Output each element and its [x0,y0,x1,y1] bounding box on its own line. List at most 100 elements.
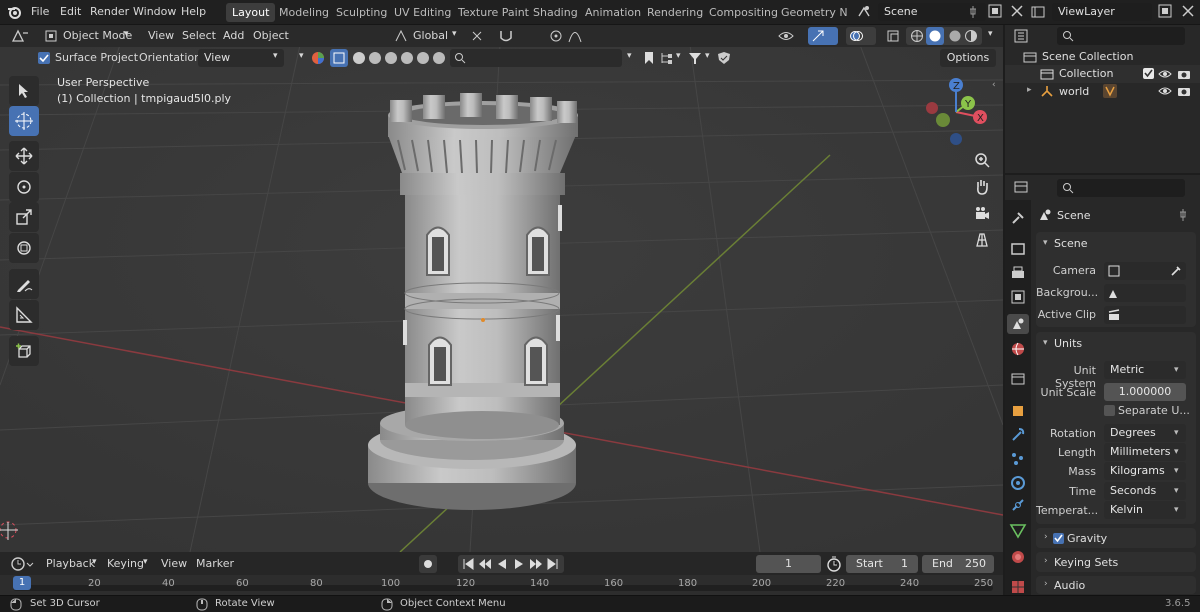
visibility-icon[interactable] [778,29,794,43]
tool-search-input[interactable] [450,49,622,67]
solid-shading-button[interactable] [926,27,944,45]
transform-tool-button[interactable] [9,233,39,263]
pan-button[interactable] [970,175,994,199]
properties-search-input[interactable] [1057,179,1185,197]
navigation-gizmo[interactable]: X Y Z [918,72,998,152]
wireframe-shading-icon[interactable] [910,29,924,43]
surface-project-checkbox[interactable] [38,52,50,64]
tab-texture-paint[interactable]: Texture Paint [452,3,535,22]
render-camera-icon[interactable] [1177,68,1191,80]
move-tool-button[interactable] [9,141,39,171]
physics-tab-icon[interactable] [1009,474,1027,492]
tab-sculpting[interactable]: Sculpting [330,3,393,22]
viewport-menu-object[interactable]: Object [253,29,289,42]
world-object-label[interactable]: world [1059,85,1089,98]
filter-icon[interactable] [688,51,702,65]
render-camera-icon[interactable] [1177,85,1191,97]
collection-exclude-checkbox[interactable] [1143,68,1154,79]
viewport-scene[interactable] [0,45,1003,552]
chevron-down-icon[interactable]: ▾ [124,29,129,39]
view-layer-tab-icon[interactable] [1009,288,1027,306]
remove-scene-icon[interactable] [1010,4,1024,18]
mesh-data-icon[interactable] [1102,83,1118,99]
rendered-shading-icon[interactable] [964,29,978,43]
cursor-tool-button[interactable] [9,106,39,136]
object-mode-icon[interactable] [44,29,58,43]
menu-help[interactable]: Help [181,5,206,18]
texture-tab-icon[interactable] [1009,578,1027,596]
color-wheel-icon[interactable] [311,51,325,65]
timeline-menu-playback[interactable]: Playback [46,557,95,570]
tool-tab-icon[interactable] [1009,209,1027,227]
blender-logo-icon[interactable] [6,4,22,20]
options-dropdown[interactable]: Options [940,49,996,67]
new-scene-icon[interactable] [988,4,1002,18]
menu-edit[interactable]: Edit [60,5,81,18]
data-tab-icon[interactable] [1009,522,1027,540]
other-select-icon[interactable] [432,51,446,65]
menu-file[interactable]: File [31,5,49,18]
properties-editor-icon[interactable] [1013,179,1035,195]
light-select-icon[interactable] [384,51,398,65]
timeline-editor-icon[interactable] [10,556,34,572]
hierarchy-icon[interactable] [660,51,674,65]
outliner-search-input[interactable] [1057,27,1185,45]
scene-icon[interactable] [856,4,872,20]
rotate-tool-button[interactable] [9,172,39,202]
overlays-toggle-button[interactable] [846,27,876,45]
transform-orientation-selector[interactable]: Global [413,29,448,42]
tab-animation[interactable]: Animation [579,3,647,22]
tab-shading[interactable]: Shading [527,3,584,22]
eye-icon[interactable] [1158,68,1172,80]
new-view-layer-icon[interactable] [1158,4,1172,18]
modifier-tab-icon[interactable] [1009,426,1027,444]
scene-panel-title[interactable]: Scene [1054,237,1088,250]
annotate-tool-button[interactable] [9,269,39,299]
viewport-menu-select[interactable]: Select [182,29,216,42]
object-tab-icon[interactable] [1009,402,1027,420]
timeline-scrollbar[interactable] [13,585,993,591]
playhead[interactable]: 1 [13,576,31,590]
gravity-checkbox[interactable] [1053,533,1064,544]
outliner-editor-icon[interactable] [1013,28,1035,44]
falloff-icon[interactable] [568,29,582,43]
curve-select-icon[interactable] [368,51,382,65]
menu-window[interactable]: Window [133,5,176,18]
panel-collapsed-icon[interactable]: › [1044,556,1048,566]
start-frame-field[interactable]: Start 1 [846,555,918,573]
pin-icon[interactable] [1177,208,1189,222]
orientation-selector[interactable]: View [198,49,284,67]
tab-compositing[interactable]: Compositing [703,3,784,22]
panel-expanded-icon[interactable]: ▾ [1043,238,1048,248]
active-clip-field[interactable] [1104,306,1186,324]
empty-select-icon[interactable] [416,51,430,65]
material-shading-icon[interactable] [948,29,962,43]
jump-start-icon[interactable] [462,558,474,570]
shield-icon[interactable] [717,51,731,65]
output-tab-icon[interactable] [1009,264,1027,282]
pivot-point-icon[interactable] [470,29,484,43]
tab-layout[interactable]: Layout [226,3,276,22]
zoom-button[interactable] [970,148,994,172]
view-layer-selector[interactable]: ViewLayer [1052,3,1152,21]
collection-tab-icon[interactable] [1009,370,1027,388]
mode-selector[interactable]: Object Mode [63,29,132,42]
background-field[interactable] [1104,284,1186,302]
scene-collection-label[interactable]: Scene Collection [1042,50,1133,63]
tab-modeling[interactable]: Modeling [273,3,335,22]
next-keyframe-icon[interactable] [529,558,543,570]
ortho-toggle-button[interactable] [970,228,994,252]
play-icon[interactable] [513,558,525,570]
prev-keyframe-icon[interactable] [478,558,492,570]
chevron-down-icon[interactable]: ▾ [452,29,457,39]
timeline-menu-keying[interactable]: Keying [107,557,144,570]
panel-collapsed-icon[interactable]: › [1044,579,1048,589]
menu-render[interactable]: Render [90,5,129,18]
material-tab-icon[interactable] [1009,548,1027,566]
pin-icon[interactable] [967,5,979,19]
add-cube-tool-button[interactable] [9,336,39,366]
current-frame-field[interactable]: 1 [756,555,821,573]
viewport-menu-add[interactable]: Add [223,29,244,42]
proportional-edit-icon[interactable] [549,29,563,43]
chevron-down-icon[interactable]: ▾ [92,557,97,567]
